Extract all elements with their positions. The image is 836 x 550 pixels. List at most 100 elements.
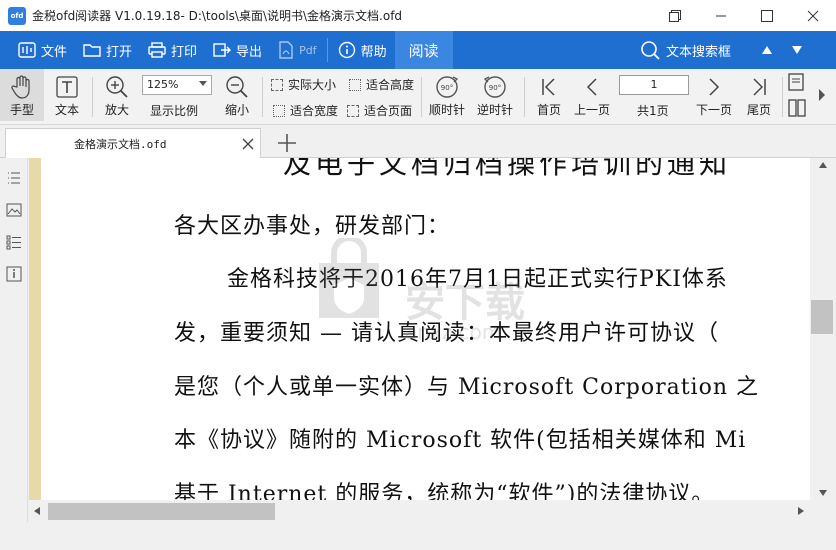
watermark: 安下载 anxz.com [309, 235, 525, 344]
text-search-box[interactable]: 文本搜索框 [640, 31, 731, 69]
zoom-ratio-text: 显示比例 [150, 104, 199, 118]
toolbar-more-button[interactable] [816, 85, 828, 108]
zoom-out-button[interactable]: 缩小 [222, 73, 252, 118]
chevron-right-icon [819, 89, 825, 101]
minimize-icon [716, 15, 726, 16]
zoom-ratio-label: 显示比例 [150, 102, 198, 119]
menu-export[interactable]: 导出 [205, 31, 270, 69]
menu-separator [326, 38, 328, 62]
menu-print[interactable]: 打印 [140, 31, 205, 69]
status-bar [0, 522, 836, 550]
outline-list-icon[interactable] [6, 170, 22, 186]
window-title: 金税ofd阅读器 V1.0.19.18- D:\tools\桌面\说明书\金格演… [32, 9, 403, 23]
close-window-button[interactable] [790, 0, 836, 31]
close-icon [242, 138, 254, 150]
menu-read[interactable]: 阅读 [394, 31, 453, 69]
shield-bag-icon [319, 235, 379, 318]
fit-height-button[interactable]: 适合高度 [349, 76, 414, 93]
rotate-counterclockwise-label: 逆时针 [476, 103, 513, 117]
horizontal-scrollbar[interactable] [28, 500, 810, 522]
vertical-scroll-thumb[interactable] [811, 300, 833, 334]
document-tab-label: 金格演示文档.ofd [74, 137, 167, 151]
scrollbar-corner [810, 500, 836, 522]
page-total: 共1页 [637, 104, 669, 118]
thumbnail-image-icon[interactable] [6, 202, 22, 218]
chevron-left-icon [586, 78, 597, 96]
hand-tool-label: 手型 [9, 103, 34, 117]
maximize-icon [761, 9, 773, 22]
fit-width-button[interactable]: 适合宽度 [273, 102, 338, 119]
rotate-counterclockwise-button[interactable]: 90° 逆时针 [476, 73, 514, 118]
vertical-scrollbar[interactable] [810, 158, 836, 500]
chevron-right-icon [709, 78, 720, 96]
single-page-view-button[interactable] [788, 73, 804, 94]
document-view[interactable]: 及电子文档归档操作培训的通知 各大区办事处，研发部门： 金格科技将于2016年7… [41, 158, 810, 500]
menu-open[interactable]: 打开 [75, 31, 140, 69]
rotate-counterclockwise-icon: 90° [483, 76, 506, 98]
double-page-icon [788, 99, 806, 117]
menu-pdf[interactable]: Pdf [270, 31, 325, 69]
menu-bar: 文件 打开 打印 导出 Pdf 帮助 阅读 文本搜索框 [0, 31, 836, 69]
first-page-icon [542, 78, 555, 96]
menu-help-label: 帮助 [360, 44, 387, 60]
close-icon [807, 10, 819, 21]
last-page-button[interactable]: 尾页 [744, 73, 774, 118]
menu-file[interactable]: 文件 [10, 31, 75, 69]
rotate-clockwise-button[interactable]: 90° 顺时针 [428, 73, 466, 118]
tab-bar: 金格演示文档.ofd [0, 126, 836, 158]
fit-page-label: 适合页面 [364, 104, 413, 118]
export-icon [213, 43, 232, 57]
page-number-input[interactable]: 1 [619, 75, 689, 95]
scroll-right-icon[interactable] [798, 507, 804, 515]
title-bar: ofd 金税ofd阅读器 V1.0.19.18- D:\tools\桌面\说明书… [0, 0, 836, 31]
zoom-in-icon [106, 76, 128, 98]
new-tab-button[interactable] [276, 128, 298, 160]
search-prev-button[interactable] [752, 31, 782, 69]
fit-height-icon [349, 78, 361, 91]
menu-read-label: 阅读 [408, 41, 439, 60]
restore-small-button[interactable] [652, 0, 698, 31]
close-tab-button[interactable] [242, 135, 254, 154]
minimize-button[interactable] [698, 0, 744, 31]
horizontal-scroll-thumb[interactable] [48, 503, 275, 520]
fit-page-icon [347, 104, 359, 117]
search-next-button[interactable] [782, 31, 812, 69]
actual-size-icon [271, 78, 283, 91]
document-info-icon[interactable] [6, 266, 22, 282]
document-line: 是您（个人或单一实体）与 Microsoft Corporation 之 [174, 375, 759, 400]
first-page-label: 首页 [536, 103, 561, 117]
zoom-select-value: 125% [147, 78, 179, 91]
file-icon [18, 42, 36, 58]
text-tool-button[interactable]: 文本 [50, 73, 84, 118]
scroll-left-icon[interactable] [34, 507, 40, 515]
menu-pdf-label: Pdf [299, 43, 317, 57]
zoom-out-label: 缩小 [224, 103, 249, 117]
previous-page-button[interactable]: 上一页 [572, 73, 612, 118]
single-page-icon [788, 73, 804, 91]
zoom-select[interactable]: 125% [142, 75, 212, 95]
app-logo-icon: ofd [8, 6, 26, 25]
first-page-button[interactable]: 首页 [534, 73, 564, 118]
menu-help[interactable]: 帮助 [330, 31, 395, 69]
pdf-icon [279, 41, 293, 59]
document-tab[interactable]: 金格演示文档.ofd [5, 128, 261, 158]
zoom-in-button[interactable]: 放大 [102, 73, 132, 118]
hand-tool-button[interactable]: 手型 [0, 69, 44, 121]
double-page-view-button[interactable] [788, 99, 806, 120]
next-page-button[interactable]: 下一页 [694, 73, 734, 118]
actual-size-button[interactable]: 实际大小 [271, 76, 336, 93]
fit-height-label: 适合高度 [366, 78, 415, 92]
document-line: 各大区办事处，研发部门： [174, 214, 451, 239]
bookmark-list-icon[interactable] [6, 234, 22, 250]
rotate-clockwise-label: 顺时针 [428, 103, 465, 117]
maximize-button[interactable] [744, 0, 790, 31]
next-page-label: 下一页 [695, 103, 732, 117]
scroll-up-icon[interactable] [819, 162, 827, 168]
scroll-down-icon[interactable] [819, 490, 827, 496]
zoom-out-icon [226, 76, 248, 98]
fit-page-button[interactable]: 适合页面 [347, 102, 412, 119]
toolbar-separator [92, 77, 93, 117]
toolbar-separator [782, 77, 783, 117]
fit-width-icon [273, 104, 285, 117]
document-line: 基于 Internet 的服务，统称为“软件”)的法律协议。 [174, 482, 715, 500]
